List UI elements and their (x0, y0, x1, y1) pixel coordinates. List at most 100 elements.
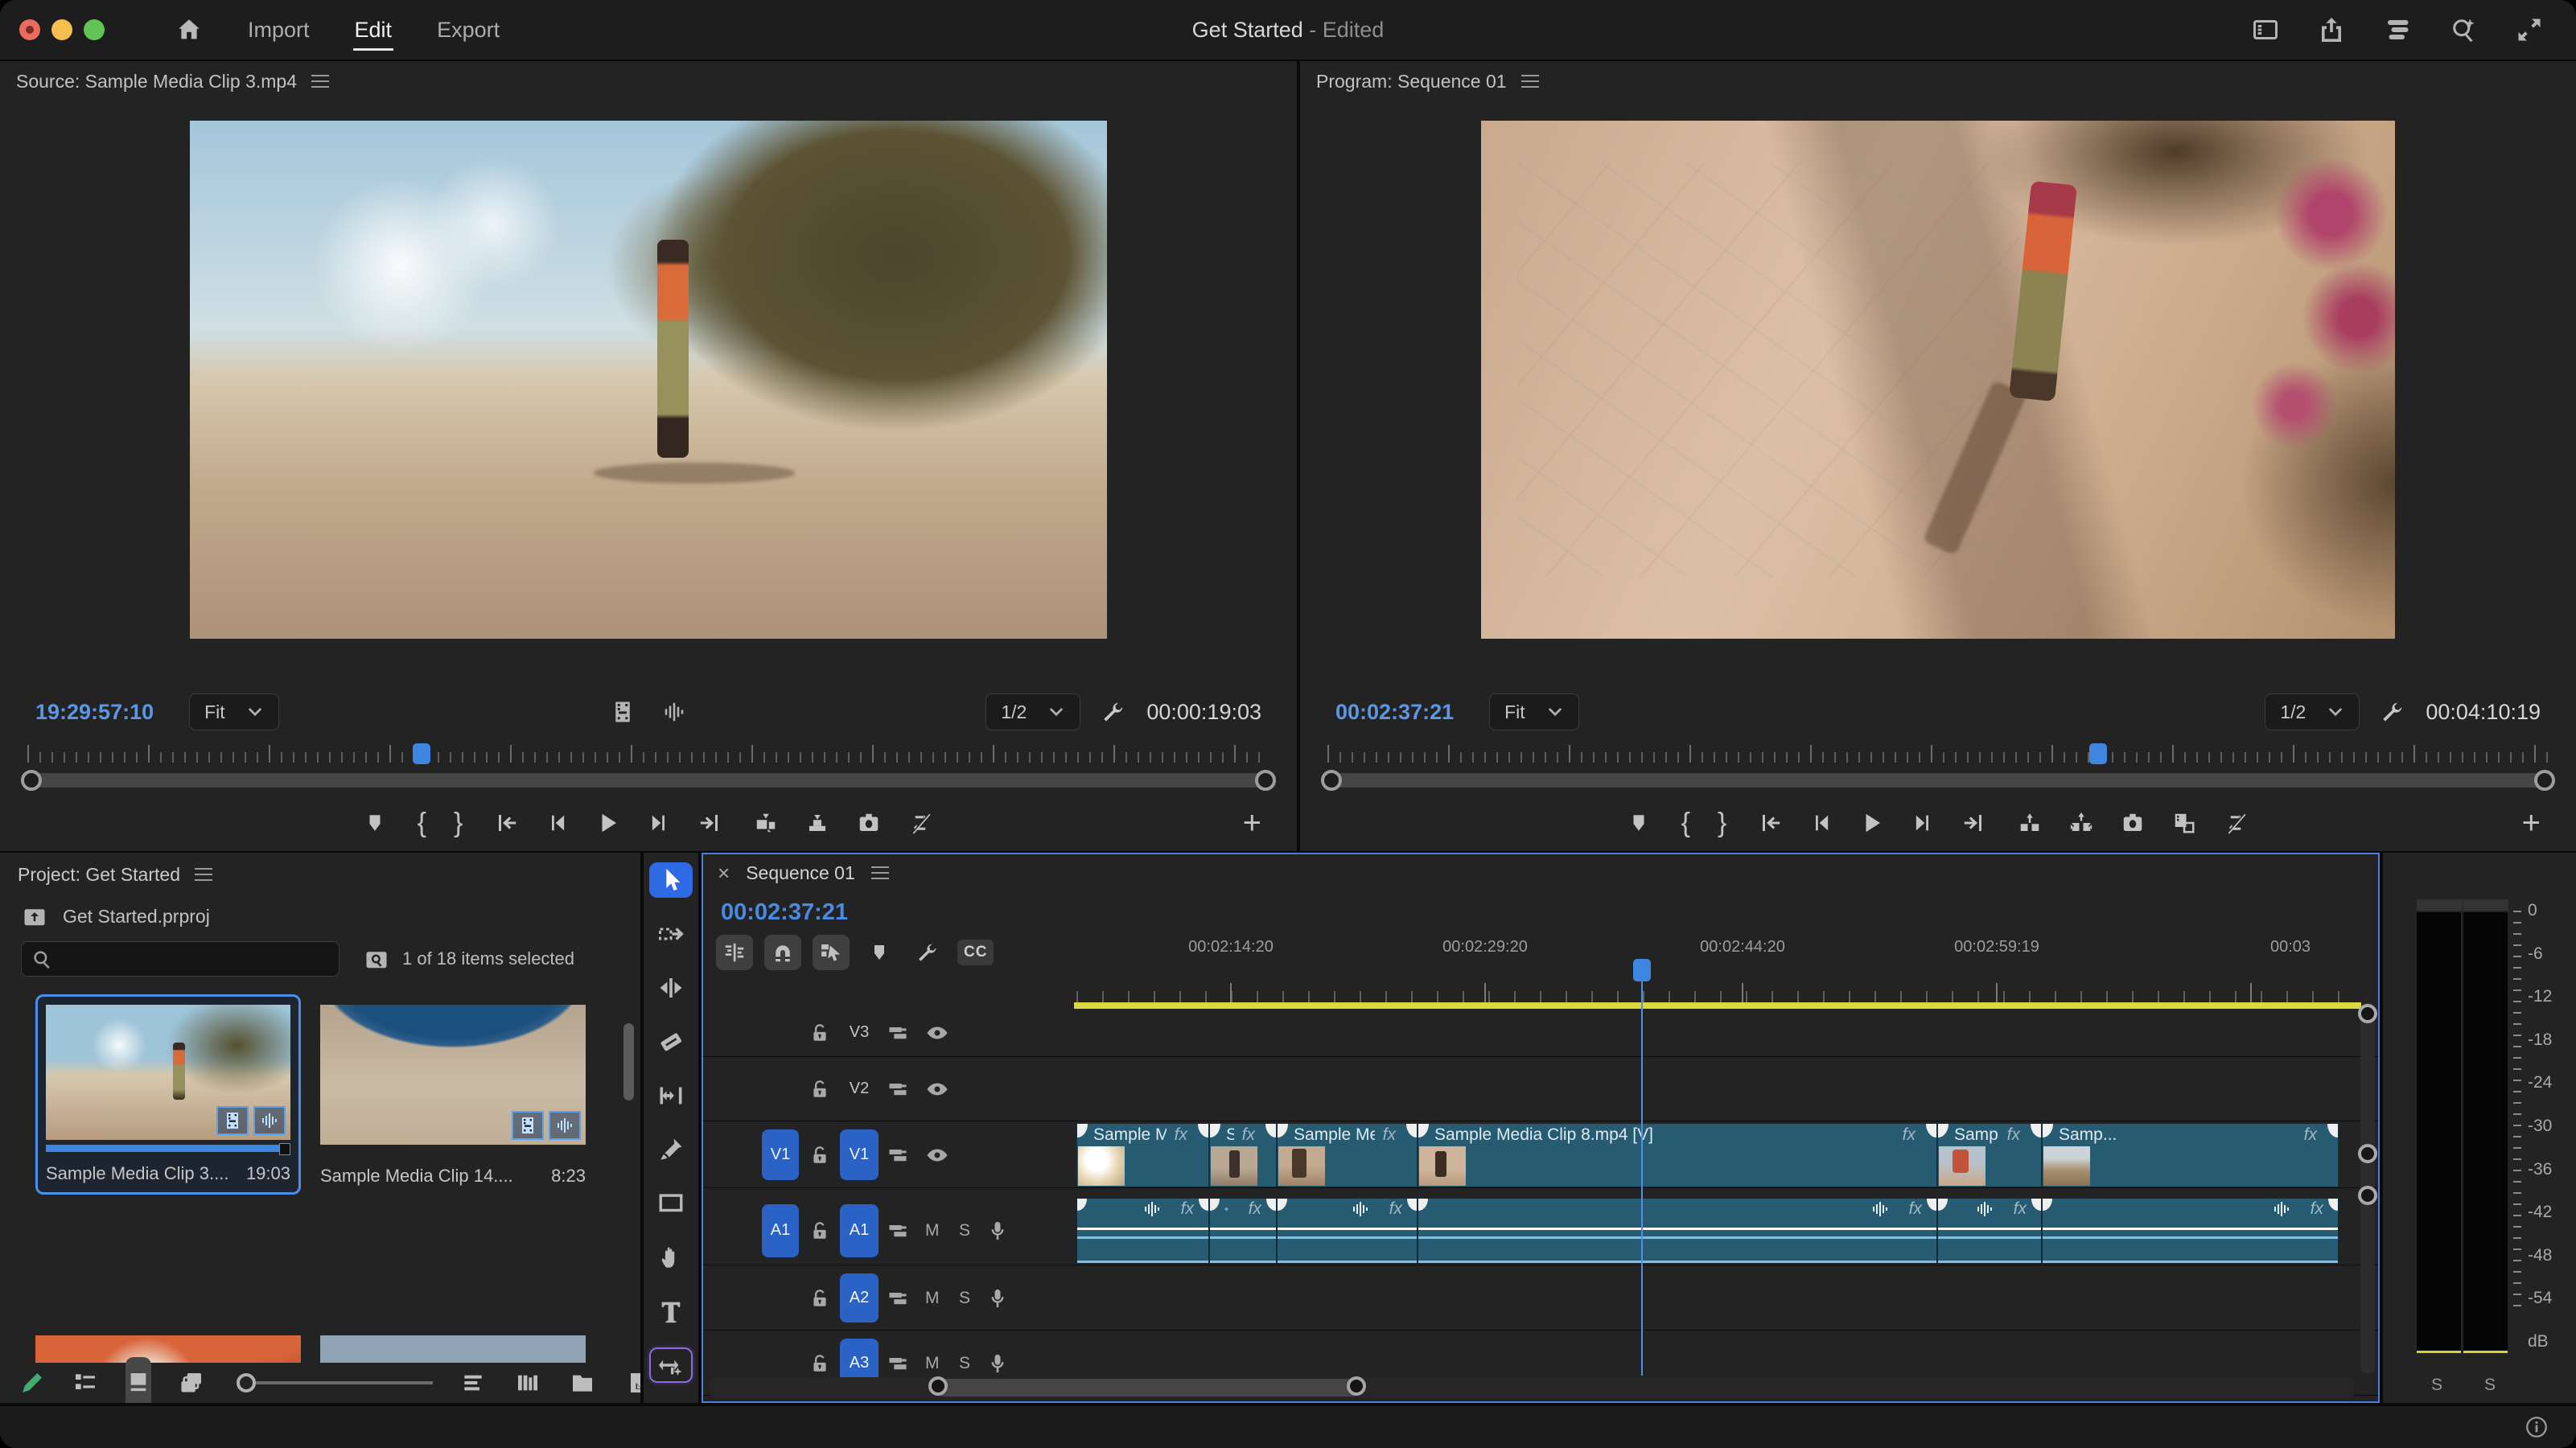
timeline-playhead[interactable] (1641, 977, 1643, 1376)
mute-button[interactable]: M (925, 1221, 940, 1240)
mute-button[interactable]: M (925, 1354, 940, 1373)
mark-out-button[interactable]: } (1718, 809, 1726, 837)
add-marker-icon[interactable] (364, 812, 385, 833)
program-zoom-select[interactable]: Fit (1489, 693, 1579, 730)
media-name[interactable]: Sample Media Clip 3.... (46, 1163, 228, 1184)
go-to-out-icon[interactable] (1961, 811, 1985, 835)
hover-scrub-bar[interactable] (46, 1145, 290, 1152)
go-to-in-icon[interactable] (1759, 811, 1783, 835)
play-icon[interactable] (596, 811, 620, 835)
program-timecode[interactable]: 00:02:37:21 (1335, 700, 1454, 725)
media-thumbnail[interactable] (320, 1005, 586, 1145)
snap-toggle[interactable] (764, 935, 801, 970)
meter-solo-left[interactable]: S (2431, 1376, 2442, 1395)
play-icon[interactable] (1860, 811, 1884, 835)
filter-bin-icon[interactable] (364, 947, 389, 971)
media-item-selected[interactable]: Sample Media Clip 3.... 19:03 (35, 994, 301, 1195)
track-target-a2[interactable]: A2 (840, 1273, 879, 1323)
zoom-window-button[interactable] (84, 19, 105, 40)
mark-in-button[interactable]: { (418, 809, 426, 837)
pen-tool[interactable] (649, 1132, 693, 1167)
source-settings-wrench-icon[interactable] (1101, 700, 1125, 724)
panel-menu-icon[interactable] (195, 868, 212, 881)
v1-lane[interactable]: Sample Media Cl...fx S...fx Sample Media… (1074, 1122, 2361, 1187)
timeline-video-clip[interactable]: Samp...fx (2042, 1124, 2339, 1187)
quick-help-search-icon[interactable] (2449, 15, 2478, 44)
selection-tool[interactable] (649, 862, 693, 898)
timeline-vertical-scrollbar[interactable] (2360, 1002, 2375, 1374)
workspaces-icon[interactable] (2383, 15, 2412, 44)
home-icon[interactable] (175, 16, 203, 43)
program-zoom-scrollbar[interactable] (1324, 767, 2552, 795)
mark-out-button[interactable]: } (454, 809, 463, 837)
voiceover-mic-icon[interactable] (986, 1220, 1009, 1242)
close-sequence-icon[interactable]: × (718, 861, 730, 886)
add-marker-icon[interactable] (1628, 812, 1649, 833)
program-settings-wrench-icon[interactable] (2381, 700, 2405, 724)
track-output-eye-icon[interactable] (925, 1143, 949, 1167)
step-forward-icon[interactable] (1911, 812, 1934, 834)
timeline-video-clip[interactable]: Sample Media Cl...fx (1076, 1124, 1209, 1187)
project-file-name[interactable]: Get Started.prproj (63, 906, 210, 928)
thumbnail-zoom-slider[interactable] (237, 1373, 433, 1392)
source-timecode[interactable]: 19:29:57:10 (35, 700, 154, 725)
track-select-icon[interactable] (887, 1287, 909, 1310)
icon-view-button[interactable] (126, 1357, 151, 1403)
track-select-icon[interactable] (887, 1078, 909, 1100)
timeline-audio-clip[interactable]: fx (2042, 1199, 2339, 1263)
add-marker-icon[interactable] (861, 935, 898, 970)
new-item-icon[interactable] (624, 1370, 640, 1396)
solo-button[interactable]: S (959, 1289, 970, 1308)
project-root-icon[interactable] (21, 904, 48, 928)
track-target-v2[interactable]: V2 (840, 1065, 879, 1114)
sort-icons-icon[interactable] (460, 1370, 486, 1396)
writable-pencil-icon[interactable] (19, 1370, 45, 1396)
source-scrub-ruler[interactable] (27, 735, 1269, 766)
track-target-v1[interactable]: V1 (840, 1129, 879, 1180)
extract-icon[interactable] (2069, 811, 2093, 835)
track-select-forward-tool[interactable] (649, 916, 693, 952)
track-select-icon[interactable] (887, 1144, 909, 1166)
proxies-toggle-icon[interactable] (2224, 811, 2248, 835)
tab-import[interactable]: Import (235, 6, 323, 54)
program-playhead[interactable] (2089, 743, 2107, 764)
track-select-icon[interactable] (887, 1220, 909, 1242)
type-tool[interactable] (649, 1294, 693, 1329)
button-editor-plus[interactable]: + (2522, 807, 2541, 839)
timeline-audio-clip[interactable]: fx (1937, 1199, 2042, 1263)
program-scrub-ruler[interactable] (1327, 735, 2549, 766)
drag-audio-only-icon[interactable] (662, 700, 686, 724)
timeline-ruler[interactable]: 00:02:14:20 00:02:29:20 00:02:44:20 00:0… (1074, 927, 2361, 1002)
program-resolution-select[interactable]: 1/2 (2265, 693, 2360, 730)
razor-tool[interactable] (649, 1024, 693, 1059)
step-forward-icon[interactable] (648, 812, 670, 834)
timeline-settings-wrench-icon[interactable] (909, 935, 946, 970)
lock-icon[interactable] (809, 1145, 830, 1166)
panel-menu-icon[interactable] (1521, 75, 1539, 88)
timeline-video-clip[interactable]: S...fx (1209, 1124, 1277, 1187)
timeline-audio-clip[interactable]: fx (1418, 1199, 1937, 1263)
share-icon[interactable] (2317, 15, 2346, 44)
new-bin-icon[interactable] (570, 1370, 595, 1396)
lock-icon[interactable] (809, 1288, 830, 1309)
source-patch-a1[interactable]: A1 (762, 1204, 799, 1257)
proxies-toggle-icon[interactable] (908, 811, 932, 835)
freeform-view-icon[interactable] (179, 1370, 204, 1396)
minimize-window-button[interactable] (51, 19, 72, 40)
source-resolution-select[interactable]: 1/2 (986, 693, 1080, 730)
panel-menu-icon[interactable] (871, 866, 889, 879)
overwrite-icon[interactable] (805, 811, 829, 835)
timeline-timecode[interactable]: 00:02:37:21 (721, 899, 848, 926)
media-thumbnail[interactable] (46, 1005, 290, 1140)
export-frame-icon[interactable] (2121, 811, 2145, 835)
solo-button[interactable]: S (959, 1221, 970, 1240)
go-to-in-icon[interactable] (495, 811, 519, 835)
export-frame-icon[interactable] (857, 811, 881, 835)
ripple-edit-tool[interactable] (649, 970, 693, 1006)
timeline-video-clip[interactable]: Sample Media Clip ...fx (1277, 1124, 1418, 1187)
timeline-video-clip[interactable]: Sample M...fx (1937, 1124, 2042, 1187)
fullscreen-icon[interactable] (2515, 15, 2544, 44)
track-select-icon[interactable] (887, 1352, 909, 1375)
voiceover-mic-icon[interactable] (986, 1352, 1009, 1375)
timeline-audio-clip[interactable]: fx (1076, 1199, 1209, 1263)
